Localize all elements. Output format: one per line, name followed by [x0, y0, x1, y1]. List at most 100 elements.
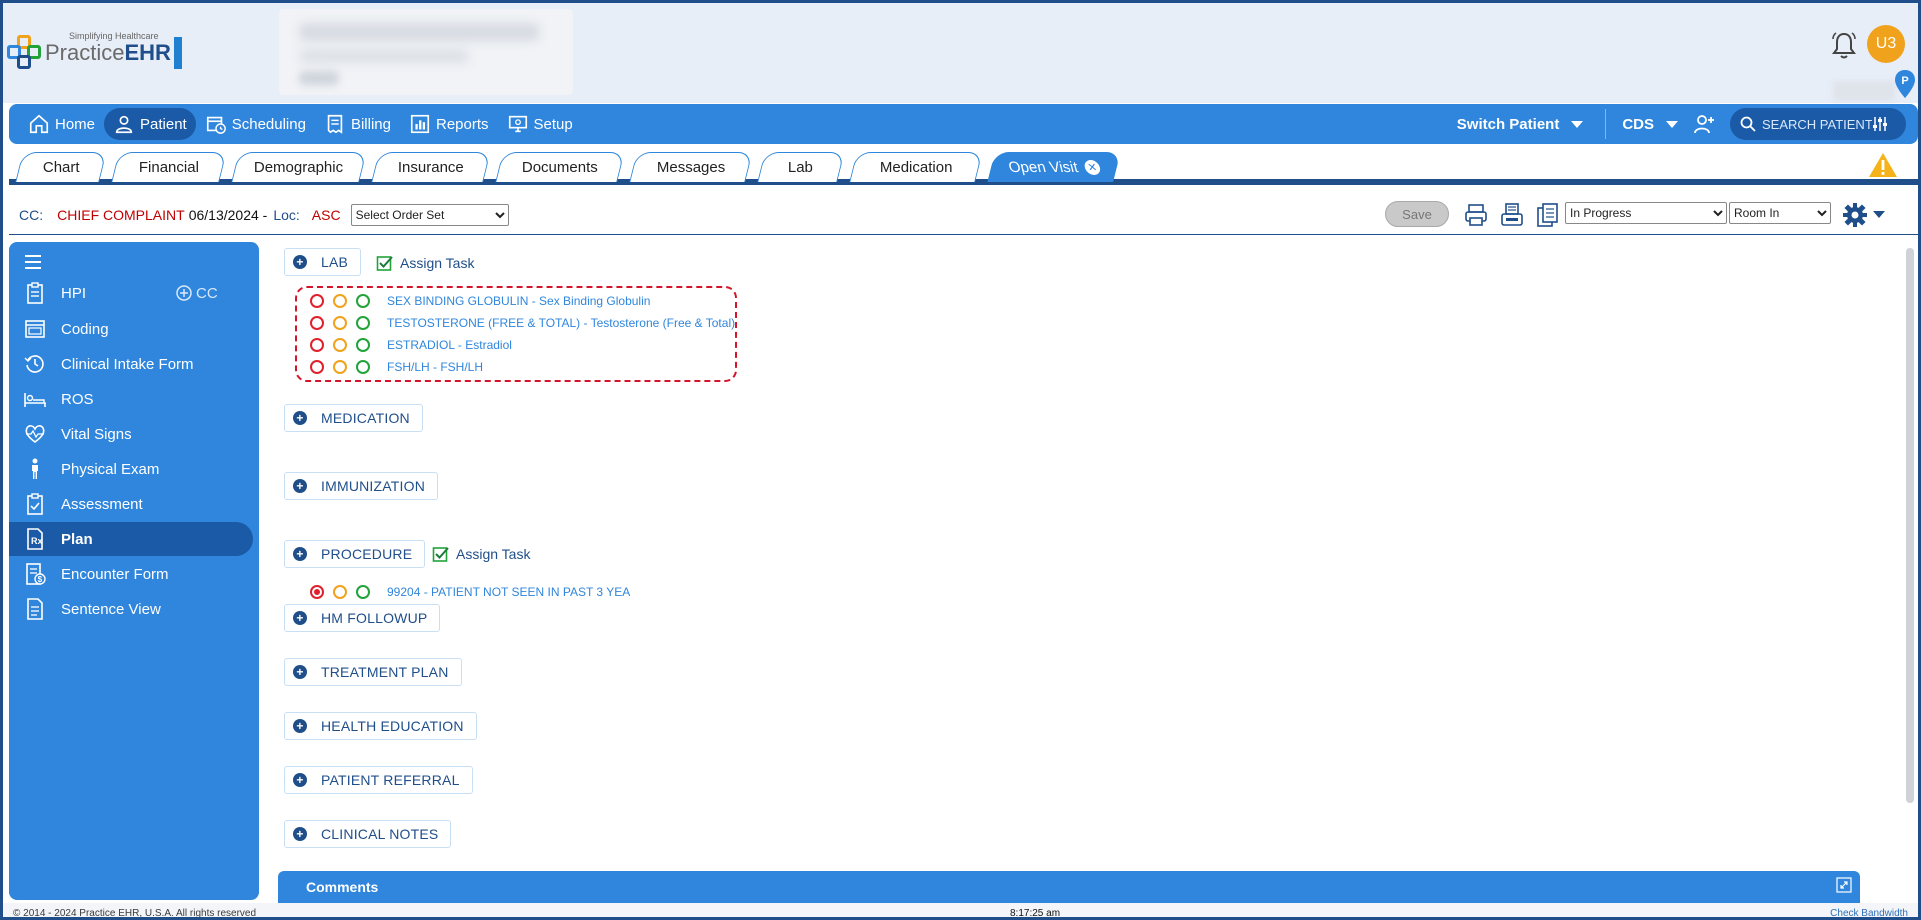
chevron-down-icon[interactable] — [1873, 211, 1885, 218]
tab-lab[interactable]: Lab — [757, 152, 845, 182]
tab-open-visit[interactable]: Open Visit ✕ — [987, 152, 1121, 182]
check-bandwidth-link[interactable]: Check Bandwidth — [1830, 908, 1908, 917]
patient-search[interactable] — [1730, 108, 1906, 140]
status-red-radio[interactable] — [310, 294, 324, 308]
switch-patient-dropdown[interactable]: Switch Patient — [1457, 116, 1584, 133]
tab-financial[interactable]: Financial — [111, 152, 227, 182]
nav-billing[interactable]: Billing — [315, 108, 400, 140]
status-red-radio[interactable] — [310, 316, 324, 330]
add-clinical-notes-button[interactable]: + CLINICAL NOTES — [284, 820, 452, 848]
status-orange-radio[interactable] — [333, 294, 347, 308]
warning-icon[interactable] — [1867, 151, 1899, 179]
plan-content: + LAB Assign Task SEX BINDING GLOBULIN - … — [278, 242, 1898, 900]
scrollbar-thumb[interactable] — [1906, 248, 1914, 803]
nav-reports[interactable]: Reports — [400, 108, 498, 140]
plus-icon: + — [293, 827, 307, 841]
nav-home[interactable]: Home — [19, 108, 104, 140]
nav-scheduling[interactable]: Scheduling — [196, 108, 315, 140]
tab-medication[interactable]: Medication — [849, 152, 983, 182]
monitor-settings-icon — [508, 115, 527, 133]
sidebar-item-clinical-intake-form[interactable]: Clinical Intake Form — [9, 347, 253, 381]
tab-chart[interactable]: Chart — [15, 152, 107, 182]
content-scrollbar[interactable] — [1906, 248, 1914, 803]
lab-order-row[interactable]: SEX BINDING GLOBULIN - Sex Binding Globu… — [310, 291, 650, 311]
sidebar-item-plan[interactable]: Rx Plan — [9, 522, 253, 556]
save-button[interactable]: Save — [1385, 201, 1449, 227]
tab-documents[interactable]: Documents — [495, 152, 625, 182]
status-orange-radio[interactable] — [333, 316, 347, 330]
location-pin-icon[interactable]: P — [1894, 69, 1916, 99]
user-avatar[interactable]: U3 — [1867, 25, 1905, 63]
search-patient-input[interactable] — [1762, 116, 1872, 132]
order-set-select[interactable]: Select Order Set — [350, 203, 509, 226]
sidebar-item-physical-exam[interactable]: Physical Exam — [9, 452, 253, 486]
procedure-order-row[interactable]: 99204 - PATIENT NOT SEEN IN PAST 3 YEA — [310, 582, 630, 602]
lab-order-row[interactable]: FSH/LH - FSH/LH — [310, 357, 483, 377]
code-window-icon — [25, 320, 45, 338]
hamburger-menu-icon[interactable] — [23, 252, 43, 272]
fax-icon[interactable] — [1499, 202, 1525, 228]
status-orange-radio[interactable] — [333, 585, 347, 599]
filter-sliders-icon[interactable] — [1872, 116, 1888, 132]
add-medication-button[interactable]: + MEDICATION — [284, 404, 423, 432]
bed-icon — [24, 393, 46, 407]
visit-sidebar: CC HPI Coding Clinical Intake Form ROS V… — [9, 242, 259, 900]
status-orange-radio[interactable] — [333, 360, 347, 374]
dollar-document-icon: $ — [26, 563, 46, 585]
sidebar-item-assessment[interactable]: Assessment — [9, 487, 253, 521]
sidebar-item-encounter-form[interactable]: $ Encounter Form — [9, 557, 253, 591]
status-red-radio[interactable] — [310, 360, 324, 374]
print-icon[interactable] — [1463, 202, 1489, 228]
documents-icon[interactable] — [1535, 202, 1561, 228]
add-patient-referral-button[interactable]: + PATIENT REFERRAL — [284, 766, 473, 794]
status-green-radio[interactable] — [356, 316, 370, 330]
comments-panel-header[interactable]: Comments — [278, 871, 1860, 903]
plus-icon: + — [293, 719, 307, 733]
clock-history-icon — [24, 355, 44, 373]
status-green-radio[interactable] — [356, 338, 370, 352]
visit-status-select[interactable]: In Progress — [1565, 202, 1727, 224]
sidebar-item-hpi[interactable]: HPI — [9, 276, 253, 310]
lab-order-row[interactable]: ESTRADIOL - Estradiol — [310, 335, 512, 355]
sidebar-item-coding[interactable]: Coding — [9, 312, 253, 346]
location-value: ASC — [311, 206, 341, 223]
status-red-radio-selected[interactable] — [310, 585, 324, 599]
procedure-assign-task[interactable]: Assign Task — [432, 545, 530, 563]
close-icon[interactable]: ✕ — [1082, 160, 1102, 175]
nav-patient[interactable]: Patient — [104, 108, 196, 140]
add-lab-button[interactable]: + LAB — [284, 248, 362, 276]
add-immunization-button[interactable]: + IMMUNIZATION — [284, 472, 439, 500]
sidebar-item-sentence-view[interactable]: Sentence View — [9, 592, 253, 626]
app-footer: © 2014 - 2024 Practice EHR, U.S.A. All r… — [3, 903, 1918, 917]
svg-text:Rx: Rx — [31, 536, 43, 546]
patient-info-card[interactable] — [279, 9, 573, 95]
lab-assign-task[interactable]: Assign Task — [376, 254, 474, 272]
status-orange-radio[interactable] — [333, 338, 347, 352]
add-hm-followup-button[interactable]: + HM FOLLOWUP — [284, 604, 441, 632]
tab-demographic[interactable]: Demographic — [231, 152, 367, 182]
cds-dropdown[interactable]: CDS — [1622, 116, 1678, 133]
status-green-radio[interactable] — [356, 294, 370, 308]
lab-order-row[interactable]: TESTOSTERONE (FREE & TOTAL) - Testostero… — [310, 313, 735, 333]
status-green-radio[interactable] — [356, 585, 370, 599]
status-red-radio[interactable] — [310, 338, 324, 352]
tab-messages[interactable]: Messages — [629, 152, 753, 182]
notification-bell-icon[interactable] — [1831, 31, 1857, 61]
add-user-icon[interactable] — [1692, 112, 1716, 136]
add-health-education-button[interactable]: + HEALTH EDUCATION — [284, 712, 477, 740]
logo-flag — [173, 37, 182, 69]
sidebar-item-ros[interactable]: ROS — [9, 382, 253, 416]
gear-icon[interactable] — [1841, 201, 1869, 229]
status-green-radio[interactable] — [356, 360, 370, 374]
tab-insurance[interactable]: Insurance — [371, 152, 491, 182]
sidebar-item-vital-signs[interactable]: Vital Signs — [9, 417, 253, 451]
nav-setup[interactable]: Setup — [498, 108, 582, 140]
loc-label: Loc: — [273, 206, 300, 223]
clipboard-list-icon — [27, 282, 43, 304]
plus-icon: + — [293, 665, 307, 679]
room-status-select[interactable]: Room In — [1729, 202, 1831, 224]
expand-icon[interactable] — [1836, 877, 1852, 893]
visit-date: 06/13/2024 - — [188, 206, 268, 223]
add-treatment-plan-button[interactable]: + TREATMENT PLAN — [284, 658, 462, 686]
add-procedure-button[interactable]: + PROCEDURE — [284, 540, 426, 568]
